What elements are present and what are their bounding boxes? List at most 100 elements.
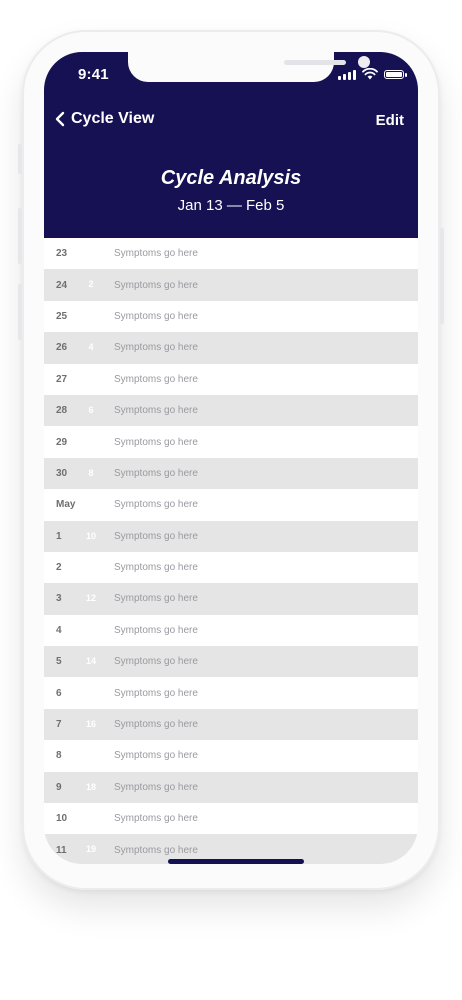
row-date: 1 (56, 530, 62, 542)
wifi-icon (362, 68, 378, 80)
row-date: 9 (56, 781, 62, 793)
symptom-text: Symptoms go here (114, 813, 198, 825)
cycle-day-number: 19 (85, 813, 96, 824)
cycle-day-number: 7 (88, 436, 94, 447)
symptom-text: Symptoms go here (114, 750, 198, 762)
row-date: 26 (56, 342, 68, 354)
date-range: Jan 13 — Feb 5 (177, 197, 285, 214)
table-row[interactable]: 24 2 Symptoms go here (44, 269, 418, 301)
status-icons (338, 68, 407, 80)
signal-icon (338, 70, 356, 80)
table-row[interactable]: 23 1 Symptoms go here (44, 238, 418, 270)
symptom-text: Symptoms go here (114, 467, 198, 479)
table-row[interactable]: 1 10 Symptoms go here (44, 520, 418, 552)
cycle-day-number: 4 (88, 342, 94, 353)
power-button (440, 228, 444, 324)
battery-icon (384, 70, 407, 79)
table-row[interactable]: 30 8 Symptoms go here (44, 457, 418, 490)
home-indicator (168, 859, 304, 864)
symptom-text: Symptoms go here (114, 279, 198, 291)
row-date: 24 (56, 279, 68, 291)
table-row[interactable]: 8 17 Symptoms go here (44, 740, 418, 772)
symptom-text: Symptoms go here (114, 562, 198, 574)
row-date: 29 (56, 436, 68, 448)
cycle-day-number: 14 (85, 656, 96, 667)
table-row[interactable]: 25 3 Symptoms go here (44, 300, 418, 333)
row-date: 25 (56, 310, 68, 322)
volume-down-button (18, 284, 22, 340)
cycle-day-number: 17 (85, 750, 96, 761)
edit-button[interactable]: Edit (376, 112, 404, 129)
status-time: 9:41 (78, 66, 109, 83)
cycle-day-number: 13 (85, 624, 96, 635)
cycle-day-number: 16 (85, 718, 96, 729)
cycle-day-number: 15 (85, 687, 96, 698)
back-button[interactable]: Cycle View (54, 110, 154, 128)
table-row[interactable]: 9 18 Symptoms go here (44, 771, 418, 804)
cycle-day-number: 18 (85, 781, 96, 792)
front-camera (358, 56, 370, 68)
cycle-day-number: 11 (86, 561, 96, 572)
table-row[interactable]: 2 11 Symptoms go here (44, 551, 418, 584)
symptom-text: Symptoms go here (114, 373, 198, 385)
cycle-day-number: 6 (88, 404, 94, 415)
row-date: 11 (56, 844, 67, 856)
symptom-text: Symptoms go here (114, 530, 198, 542)
cycle-day-number: 1 (88, 248, 94, 258)
cycle-day-number: 9 (88, 499, 94, 510)
table-row[interactable]: 28 6 Symptoms go here (44, 394, 418, 427)
cycle-day-number: 5 (88, 373, 94, 384)
notch (128, 52, 370, 82)
table-row[interactable]: 29 7 Symptoms go here (44, 426, 418, 458)
symptom-text: Symptoms go here (114, 656, 198, 668)
table-row[interactable]: 4 13 Symptoms go here (44, 614, 418, 647)
cycle-day-list: 23 1 Symptoms go here 24 2 Symptoms go here 25… (44, 238, 418, 864)
mute-switch (18, 144, 22, 174)
cycle-day-number: 19 (85, 844, 96, 855)
cycle-day-number: 10 (85, 530, 96, 541)
table-row[interactable]: 27 5 Symptoms go here (44, 363, 418, 395)
speaker-grille (284, 60, 346, 65)
chevron-left-icon (55, 111, 65, 127)
symptom-text: Symptoms go here (114, 248, 198, 260)
row-date: 30 (56, 467, 68, 479)
table-row[interactable]: 26 4 Symptoms go here (44, 332, 418, 364)
page-title: Cycle Analysis (160, 167, 302, 189)
row-date: 8 (56, 750, 62, 762)
table-row[interactable]: May 9 Symptoms go here (44, 489, 418, 521)
symptom-text: Symptoms go here (114, 687, 198, 699)
row-date: 28 (56, 405, 68, 417)
table-row[interactable]: 6 15 Symptoms go here (44, 677, 418, 709)
row-date: 3 (56, 593, 62, 605)
cycle-day-number: 3 (88, 310, 94, 321)
volume-up-button (18, 208, 22, 264)
symptom-text: Symptoms go here (114, 593, 198, 605)
table-row[interactable]: 3 12 Symptoms go here (44, 583, 418, 615)
symptom-text: Symptoms go here (114, 342, 198, 354)
row-date: 27 (56, 373, 68, 385)
row-date: May (56, 499, 76, 511)
row-date: 2 (56, 562, 62, 574)
app-header: 9:41 Cycle View Edit Cycle Analysis Jan … (44, 52, 418, 238)
symptom-text: Symptoms go here (114, 624, 198, 636)
symptom-text: Symptoms go here (114, 844, 198, 856)
symptom-text: Symptoms go here (114, 781, 198, 793)
cycle-day-number: 2 (88, 279, 94, 290)
symptom-text: Symptoms go here (114, 310, 198, 322)
row-date: 7 (56, 719, 62, 731)
table-row[interactable]: 10 19 Symptoms go here (44, 803, 418, 835)
row-date: 10 (56, 813, 68, 825)
cycle-day-number: 8 (88, 467, 94, 478)
symptom-text: Symptoms go here (114, 719, 198, 731)
symptom-text: Symptoms go here (114, 405, 198, 417)
row-date: 6 (56, 687, 62, 699)
cycle-day-number: 12 (85, 593, 96, 604)
table-row[interactable]: 7 16 Symptoms go here (44, 708, 418, 741)
back-label: Cycle View (71, 110, 155, 127)
row-date: 5 (56, 656, 62, 668)
symptom-text: Symptoms go here (114, 436, 198, 448)
row-date: 4 (56, 624, 62, 636)
table-row[interactable]: 5 14 Symptoms go here (44, 646, 418, 678)
row-date: 23 (56, 248, 68, 260)
symptom-text: Symptoms go here (114, 499, 198, 511)
